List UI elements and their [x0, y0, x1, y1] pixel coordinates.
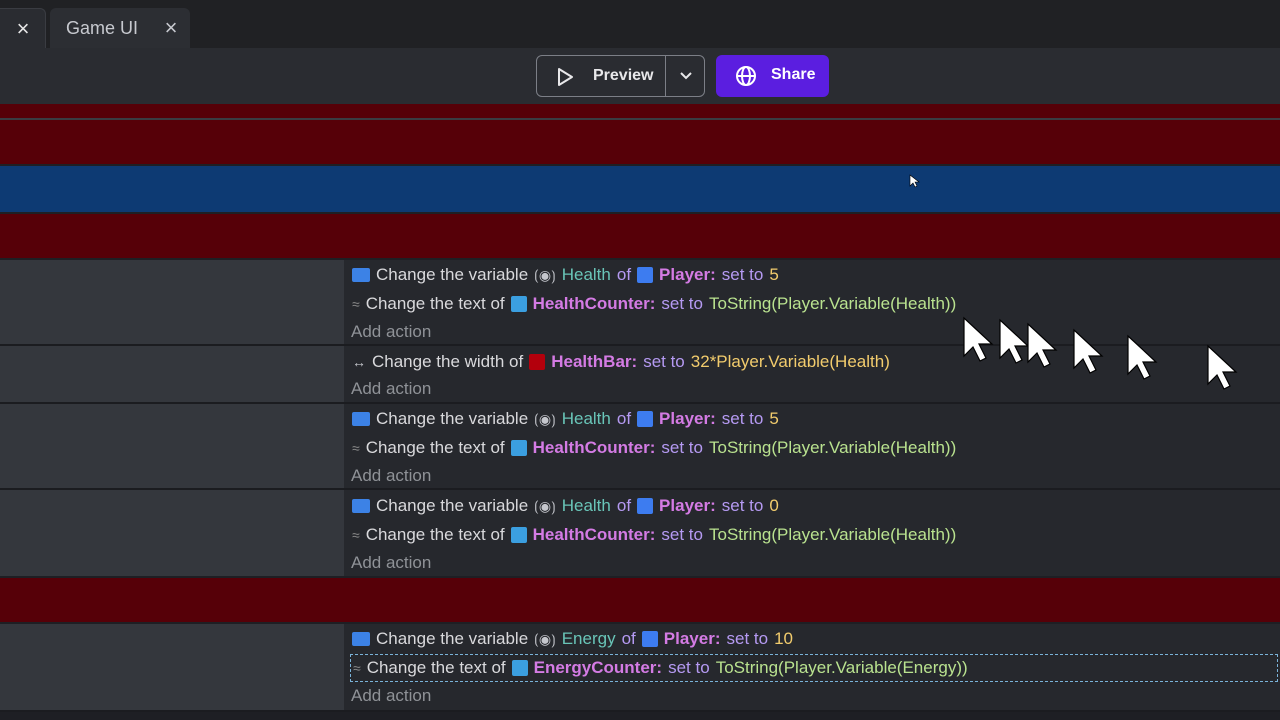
mouse-cursor-trail — [909, 174, 1238, 390]
cursor-icon — [1127, 334, 1158, 380]
cursor-icon — [1027, 322, 1058, 368]
cursor-icon — [999, 318, 1030, 364]
cursor-icon — [963, 316, 994, 362]
cursor-icon — [1207, 344, 1238, 390]
cursor-icon — [1073, 328, 1104, 374]
cursor-icon — [909, 174, 920, 188]
